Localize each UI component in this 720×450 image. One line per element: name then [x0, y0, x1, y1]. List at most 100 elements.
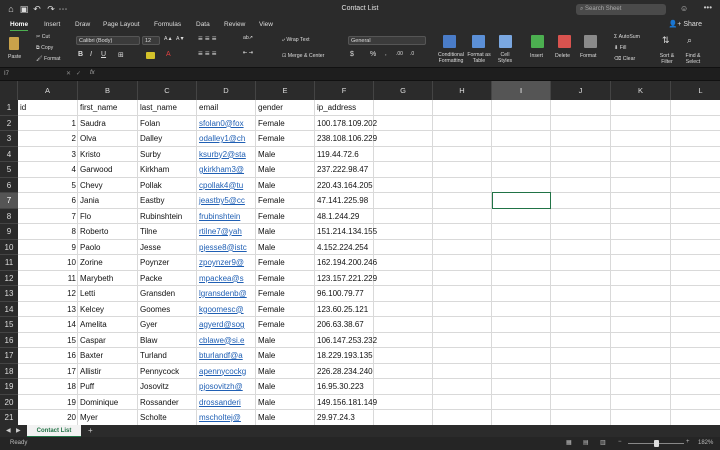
- paste-icon[interactable]: [9, 37, 19, 50]
- header-cell-ip[interactable]: ip_address: [315, 100, 415, 115]
- conditional-formatting-icon[interactable]: [443, 35, 456, 48]
- cell-email[interactable]: jeastby5@cc: [197, 193, 256, 208]
- search-input[interactable]: ⌕ Search Sheet: [576, 4, 666, 15]
- column-header-e[interactable]: E: [256, 81, 315, 100]
- cell-last[interactable]: Eastby: [138, 193, 197, 208]
- cell-ip[interactable]: 18.229.193.135: [315, 348, 415, 363]
- comma-icon[interactable]: ,: [385, 51, 387, 57]
- cell-email[interactable]: lgransdenb@: [197, 286, 256, 301]
- cell-email[interactable]: ksurby2@sta: [197, 147, 256, 162]
- cell-gender[interactable]: Male: [256, 348, 315, 363]
- cut-button[interactable]: ✂ Cut: [36, 34, 50, 40]
- cell-id[interactable]: 11: [18, 271, 78, 286]
- cell-id[interactable]: 13: [18, 302, 78, 317]
- zoom-slider-handle[interactable]: [654, 440, 659, 447]
- cell-id[interactable]: 12: [18, 286, 78, 301]
- row-header[interactable]: 19: [0, 379, 18, 395]
- cell-gender[interactable]: Female: [256, 255, 315, 270]
- overflow-icon[interactable]: •••: [704, 3, 712, 12]
- column-header-g[interactable]: G: [374, 81, 433, 100]
- tab-insert[interactable]: Insert: [44, 21, 60, 28]
- cell-ip[interactable]: 151.214.134.155: [315, 224, 415, 239]
- cell-id[interactable]: 7: [18, 209, 78, 224]
- row-header[interactable]: 8: [0, 208, 18, 224]
- cell-ip[interactable]: 226.28.234.240: [315, 364, 415, 379]
- column-header-l[interactable]: L: [671, 81, 720, 100]
- cell-ip[interactable]: 206.63.38.67: [315, 317, 415, 332]
- cell-ip[interactable]: 16.95.30.223: [315, 379, 415, 394]
- share-button[interactable]: 👤+ Share: [669, 20, 702, 28]
- indent-icon[interactable]: ⇤ ⇥: [243, 50, 253, 56]
- column-header-j[interactable]: J: [551, 81, 611, 100]
- cell-email[interactable]: mscholtej@: [197, 410, 256, 425]
- cell-email[interactable]: bturlandf@a: [197, 348, 256, 363]
- increase-decimal-icon[interactable]: .00: [396, 51, 403, 57]
- cell-first[interactable]: Marybeth: [78, 271, 138, 286]
- row-header[interactable]: 2: [0, 115, 18, 131]
- row-header[interactable]: 7: [0, 193, 18, 209]
- cell-id[interactable]: 10: [18, 255, 78, 270]
- cell-id[interactable]: 17: [18, 364, 78, 379]
- cell-last[interactable]: Blaw: [138, 333, 197, 348]
- row-header[interactable]: 5: [0, 162, 18, 178]
- cell-ip[interactable]: 106.147.253.232: [315, 333, 415, 348]
- cell-email[interactable]: rtilne7@yah: [197, 224, 256, 239]
- cell-id[interactable]: 4: [18, 162, 78, 177]
- row-header[interactable]: 13: [0, 286, 18, 302]
- tab-view[interactable]: View: [259, 21, 273, 28]
- italic-button[interactable]: I: [90, 51, 92, 58]
- format-table-icon[interactable]: [472, 35, 485, 48]
- cell-first[interactable]: Zorine: [78, 255, 138, 270]
- cell-ip[interactable]: 47.141.225.98: [315, 193, 415, 208]
- cell-email[interactable]: frubinshtein: [197, 209, 256, 224]
- cell-email[interactable]: drossanderi: [197, 395, 256, 410]
- column-header-k[interactable]: K: [611, 81, 671, 100]
- cell-ip[interactable]: 237.222.98.47: [315, 162, 415, 177]
- decrease-decimal-icon[interactable]: .0: [410, 51, 414, 57]
- selected-cell[interactable]: [492, 192, 551, 209]
- cell-last[interactable]: Rossander: [138, 395, 197, 410]
- cell-last[interactable]: Goomes: [138, 302, 197, 317]
- autosum-button[interactable]: Σ AutoSum: [614, 34, 640, 40]
- user-icon[interactable]: ☺: [680, 4, 692, 15]
- row-header[interactable]: 17: [0, 348, 18, 364]
- cell-first[interactable]: Chevy: [78, 178, 138, 193]
- orientation-icon[interactable]: ab↗: [243, 35, 253, 41]
- cell-id[interactable]: 19: [18, 395, 78, 410]
- tab-page-layout[interactable]: Page Layout: [103, 21, 140, 28]
- fill-button[interactable]: ⬇ Fill: [614, 45, 626, 51]
- cell-ip[interactable]: 123.60.25.121: [315, 302, 415, 317]
- cell-ip[interactable]: 100.178.109.202: [315, 116, 415, 131]
- row-header[interactable]: 9: [0, 224, 18, 240]
- cell-last[interactable]: Surby: [138, 147, 197, 162]
- cell-first[interactable]: Garwood: [78, 162, 138, 177]
- cell-email[interactable]: cblawe@si.e: [197, 333, 256, 348]
- prev-sheet-icon[interactable]: ◀: [6, 427, 11, 434]
- spreadsheet-grid[interactable]: A B C D E F G H I J K L 1 id first_name last_name email g…: [0, 81, 720, 425]
- cell-gender[interactable]: Male: [256, 364, 315, 379]
- delete-button[interactable]: Delete: [555, 53, 570, 59]
- cell-first[interactable]: Paolo: [78, 240, 138, 255]
- wrap-text-button[interactable]: ⤶ Wrap Text: [282, 37, 310, 44]
- sort-filter-button[interactable]: Sort & Filter: [657, 53, 677, 65]
- format-table-button[interactable]: Format as Table: [467, 52, 491, 64]
- cell-ip[interactable]: 4.152.224.254: [315, 240, 415, 255]
- cell-gender[interactable]: Female: [256, 302, 315, 317]
- add-sheet-icon[interactable]: +: [88, 426, 93, 435]
- row-header[interactable]: 11: [0, 255, 18, 271]
- cell-first[interactable]: Jania: [78, 193, 138, 208]
- row-header[interactable]: 15: [0, 317, 18, 333]
- cell-styles-icon[interactable]: [499, 35, 512, 48]
- format-button[interactable]: Format: [580, 53, 596, 59]
- copy-button[interactable]: ⧉ Copy: [36, 45, 53, 52]
- cell-last[interactable]: Rubinshtein: [138, 209, 197, 224]
- cell-last[interactable]: Jesse: [138, 240, 197, 255]
- cell-email[interactable]: apennycockg: [197, 364, 256, 379]
- cell-id[interactable]: 9: [18, 240, 78, 255]
- cell-email[interactable]: agyerd@sog: [197, 317, 256, 332]
- next-sheet-icon[interactable]: ▶: [16, 427, 21, 434]
- currency-button[interactable]: $: [350, 51, 354, 58]
- cell-first[interactable]: Saudra: [78, 116, 138, 131]
- sheet-tab-contact-list[interactable]: Contact List: [27, 425, 81, 437]
- row-header[interactable]: 4: [0, 146, 18, 162]
